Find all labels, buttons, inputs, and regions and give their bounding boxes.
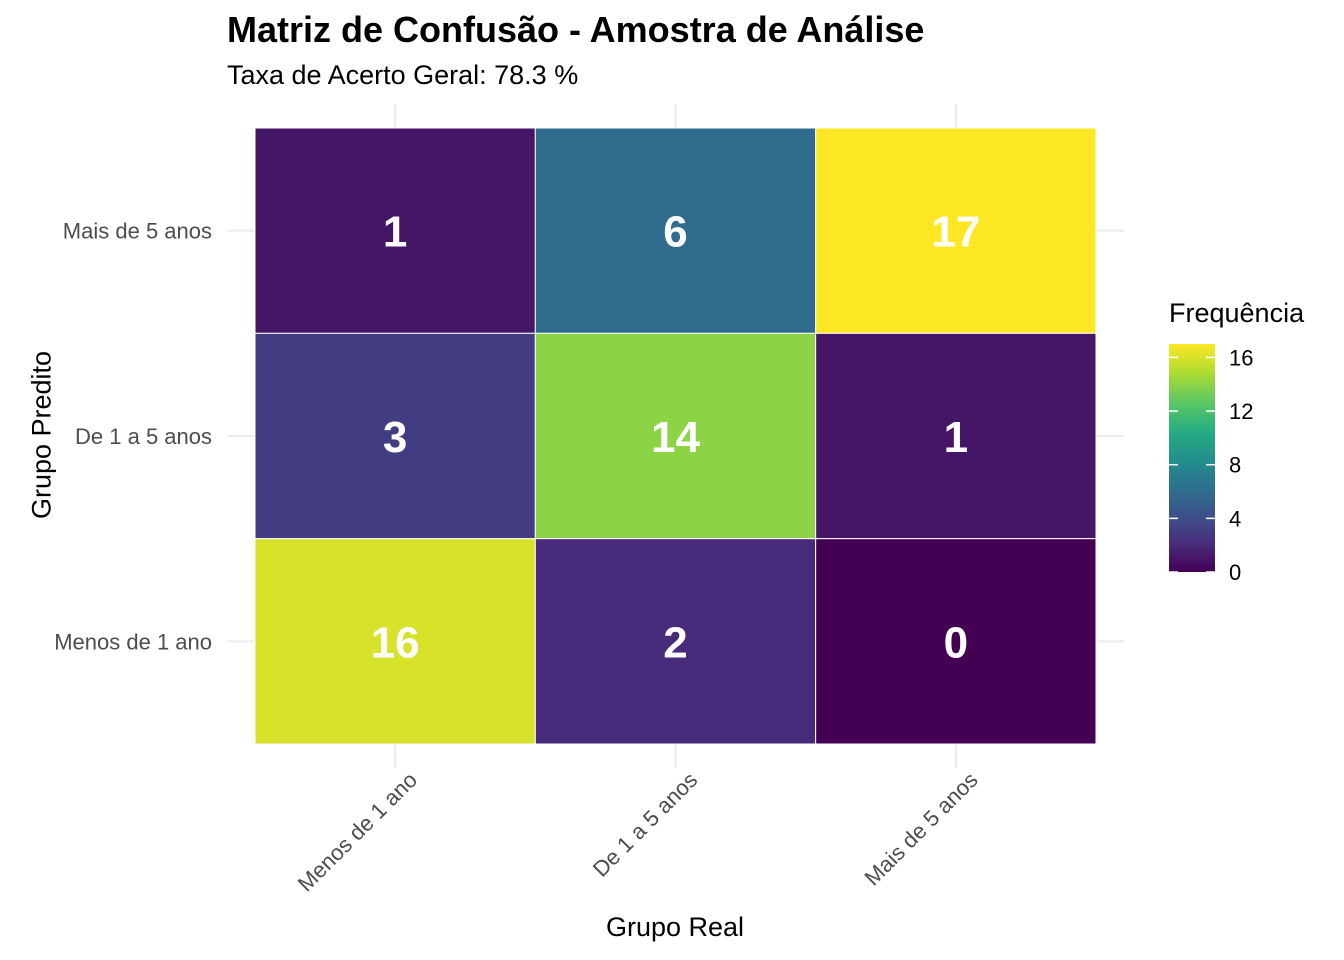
y-tick-label: Menos de 1 ano bbox=[54, 629, 212, 654]
legend-tick-label: 8 bbox=[1229, 453, 1241, 478]
y-tick-label: Mais de 5 anos bbox=[63, 219, 212, 244]
legend-tick-label: 16 bbox=[1229, 345, 1253, 370]
color-legend: 0 4 8 12 16 bbox=[1169, 344, 1253, 585]
cell-value-label: 1 bbox=[383, 208, 407, 257]
cell-value-label: 1 bbox=[944, 413, 968, 462]
colorbar bbox=[1169, 344, 1215, 572]
cell-value-label: 16 bbox=[371, 618, 420, 667]
legend-tick-label: 12 bbox=[1229, 399, 1253, 424]
cell-value-label: 3 bbox=[383, 413, 407, 462]
x-tick-label: Menos de 1 ano bbox=[293, 767, 422, 896]
cell-value-label: 14 bbox=[651, 413, 700, 462]
cell-value-label: 6 bbox=[663, 208, 687, 257]
cell-value-label: 2 bbox=[663, 618, 687, 667]
cell-value-label: 0 bbox=[944, 618, 968, 667]
x-tick-label: De 1 a 5 anos bbox=[588, 767, 703, 882]
legend-tick-label: 4 bbox=[1229, 506, 1241, 531]
cell-value-label: 17 bbox=[931, 208, 980, 257]
x-tick-label: Mais de 5 anos bbox=[860, 767, 983, 890]
legend-tick-label: 0 bbox=[1229, 560, 1241, 585]
y-tick-label: De 1 a 5 anos bbox=[75, 424, 212, 449]
heatmap-chart: 1 6 173 14 116 2 0 Menos de 1 anoDe 1 a 5 anos… bbox=[54, 104, 1253, 896]
